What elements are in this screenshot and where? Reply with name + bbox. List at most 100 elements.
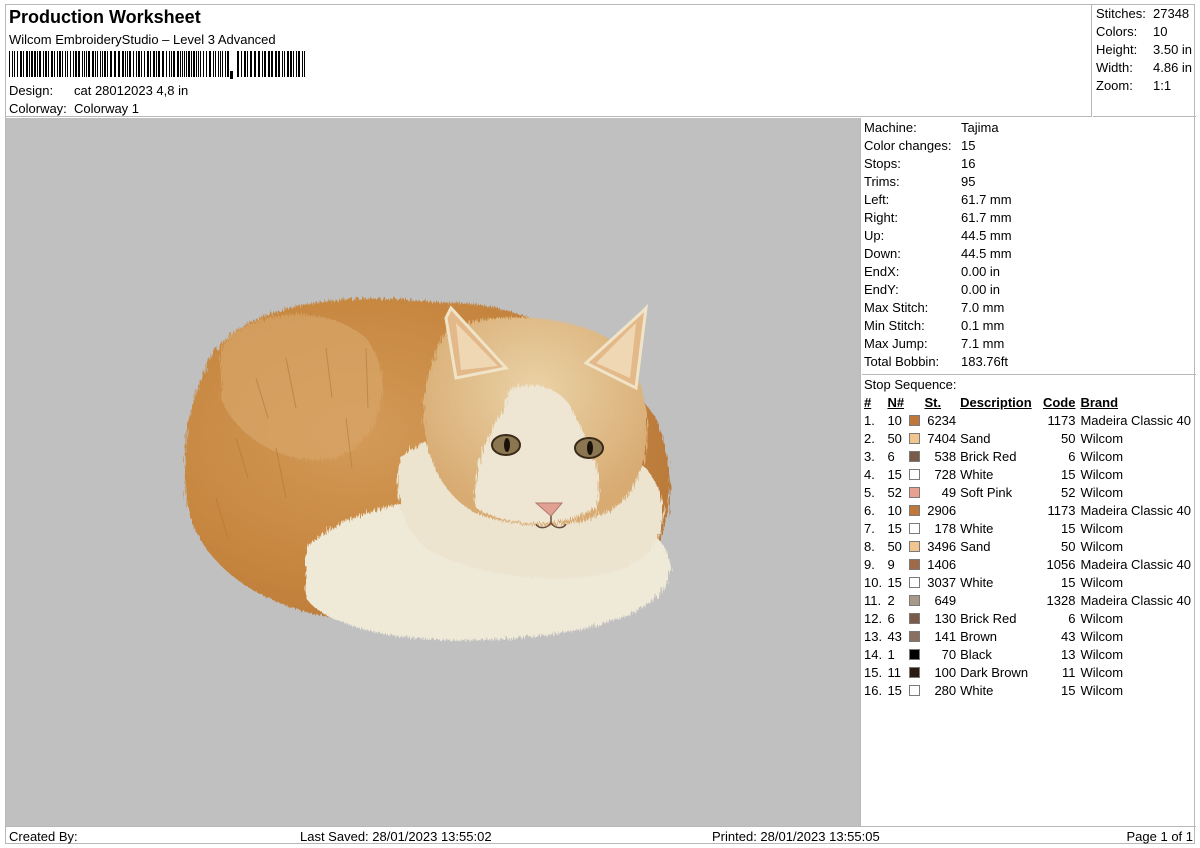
cell-desc: Black [960, 646, 992, 662]
barcode-bar [65, 51, 66, 77]
worksheet-footer: Created By: Last Saved: 28/01/2023 13:55… [6, 826, 1196, 844]
barcode-mark [230, 71, 233, 79]
cell-st: 2906 [927, 502, 957, 518]
cell-n: 9 [887, 556, 895, 572]
barcode-bar [268, 51, 270, 77]
cell-num: 4. [864, 466, 875, 482]
table-row: 13. 43 141 Brown 43 Wilcom [864, 627, 1196, 645]
barcode-bar [62, 51, 63, 77]
color-swatch-cell [908, 411, 925, 429]
cell-desc: Brick Red [960, 610, 1017, 626]
cell-num: 1. [864, 412, 875, 428]
info-label: Right: [864, 210, 898, 225]
cell-brand: Wilcom [1080, 646, 1124, 662]
color-swatch [908, 414, 920, 426]
cell-st: 141 [934, 628, 957, 644]
cell-code: 15 [1061, 682, 1076, 698]
cell-num: 9. [864, 556, 875, 572]
design-row: Design: cat 28012023 4,8 in [9, 83, 188, 98]
barcode-bar [43, 51, 44, 77]
cell-st: 1406 [927, 556, 957, 572]
barcode-bar [222, 51, 223, 77]
cell-brand: Wilcom [1080, 484, 1124, 500]
table-row: 16. 15 280 White 15 Wilcom [864, 681, 1196, 699]
barcode-bar [287, 51, 289, 77]
cell-brand: Wilcom [1080, 538, 1124, 554]
cell-desc: Sand [960, 538, 991, 554]
worksheet-frame: Production Worksheet Wilcom EmbroiderySt… [5, 4, 1196, 844]
cell-n: 50 [887, 430, 902, 446]
cell-st: 49 [941, 484, 957, 500]
cell-st: 3496 [927, 538, 957, 554]
stat-label: Zoom: [1096, 78, 1133, 93]
cell-code: 50 [1061, 430, 1076, 446]
barcode-bar [9, 51, 10, 77]
color-swatch [908, 540, 920, 552]
software-name: Wilcom EmbroideryStudio – Level 3 Advanc… [9, 32, 276, 47]
barcode-bar [271, 51, 273, 77]
barcode-bar [302, 51, 303, 77]
cell-brand: Wilcom [1080, 664, 1124, 680]
barcode-bar [86, 51, 87, 77]
cell-desc [960, 591, 1043, 609]
info-value: 16 [961, 156, 976, 171]
table-row: 2. 50 7404 Sand 50 Wilcom [864, 429, 1196, 447]
info-label: Max Jump: [864, 336, 928, 351]
info-value: 0.00 in [961, 282, 1001, 297]
color-swatch [908, 486, 920, 498]
barcode-bar [95, 51, 96, 77]
cell-brand: Wilcom [1080, 466, 1124, 482]
barcode-bar [97, 51, 98, 77]
table-row: 3. 6 538 Brick Red 6 Wilcom [864, 447, 1196, 465]
cell-n: 6 [887, 610, 895, 626]
cell-num: 7. [864, 520, 875, 536]
barcode-bar [227, 51, 229, 77]
info-value: 7.1 mm [961, 336, 1005, 351]
color-swatch-cell [908, 555, 925, 573]
cell-st: 538 [934, 448, 957, 464]
cell-n: 52 [887, 484, 902, 500]
barcode-bar [250, 51, 252, 77]
barcode-bar [57, 51, 58, 77]
info-value: 61.7 mm [961, 210, 1012, 225]
cell-desc: Dark Brown [960, 664, 1029, 680]
barcode-bar [31, 51, 33, 77]
stop-sequence-title: Stop Sequence: [864, 377, 957, 392]
cell-brand: Wilcom [1080, 610, 1124, 626]
cell-brand: Wilcom [1080, 430, 1124, 446]
divider [862, 374, 1196, 375]
barcode-bar [264, 51, 266, 77]
barcode-bar [200, 51, 201, 77]
table-row: 12. 6 130 Brick Red 6 Wilcom [864, 609, 1196, 627]
cell-code: 52 [1061, 484, 1076, 500]
info-label: Color changes: [864, 138, 952, 153]
color-swatch-cell [908, 573, 925, 591]
stat-label: Width: [1096, 60, 1133, 75]
design-label: Design: [9, 83, 54, 98]
design-value: cat 28012023 4,8 in [74, 83, 189, 98]
barcode-bar [20, 51, 22, 77]
barcode-bar [114, 51, 116, 77]
design-stats: Stitches: 27348 Colors: 10 Height: 3.50 in … [1093, 5, 1196, 117]
stat-width: Width: 4.86 in [1096, 60, 1194, 75]
cell-code: 1328 [1046, 592, 1076, 608]
color-swatch [908, 576, 920, 588]
barcode-bar [188, 51, 190, 77]
table-row: 1. 10 6234 1173 Madeira Classic 40 [864, 411, 1196, 429]
stat-value: 4.86 in [1153, 60, 1193, 75]
cell-code: 1056 [1046, 556, 1076, 572]
cell-code: 13 [1061, 646, 1076, 662]
design-preview [6, 118, 861, 826]
stat-colors: Colors: 10 [1096, 24, 1194, 39]
cell-num: 13. [864, 628, 883, 644]
barcode-bar [213, 51, 214, 77]
col-num: # [864, 394, 872, 410]
info-label: Up: [864, 228, 885, 243]
cell-brand: Wilcom [1080, 520, 1124, 536]
cell-desc: White [960, 520, 994, 536]
barcode-bar [84, 51, 85, 77]
cell-st: 3037 [927, 574, 957, 590]
barcode-bar [304, 51, 305, 77]
color-swatch [908, 612, 920, 624]
stat-stitches: Stitches: 27348 [1096, 6, 1194, 21]
